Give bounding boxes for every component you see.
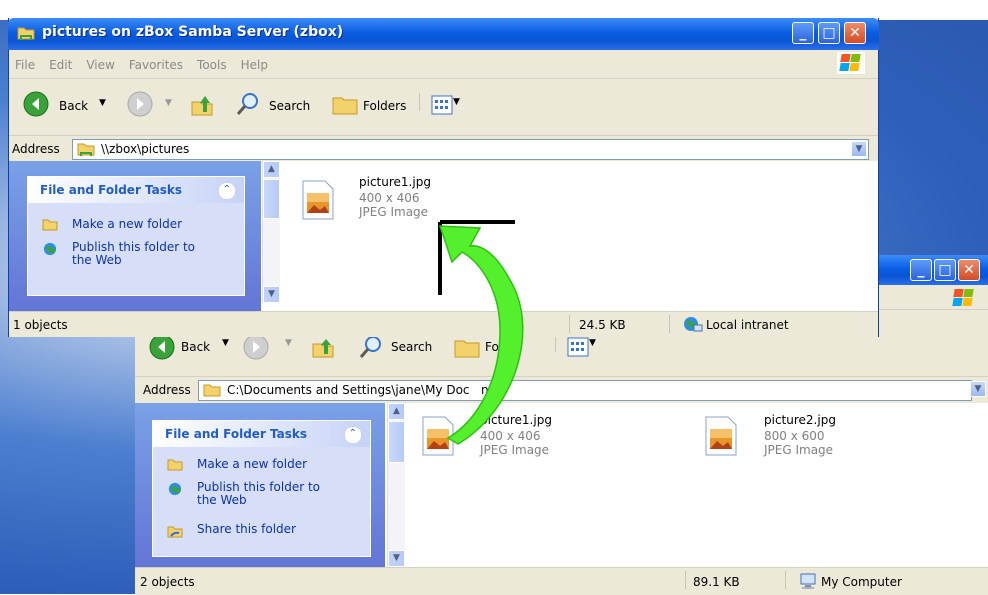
drag-arrow-overlay — [438, 220, 524, 445]
drag-arrow-icon — [438, 225, 524, 445]
